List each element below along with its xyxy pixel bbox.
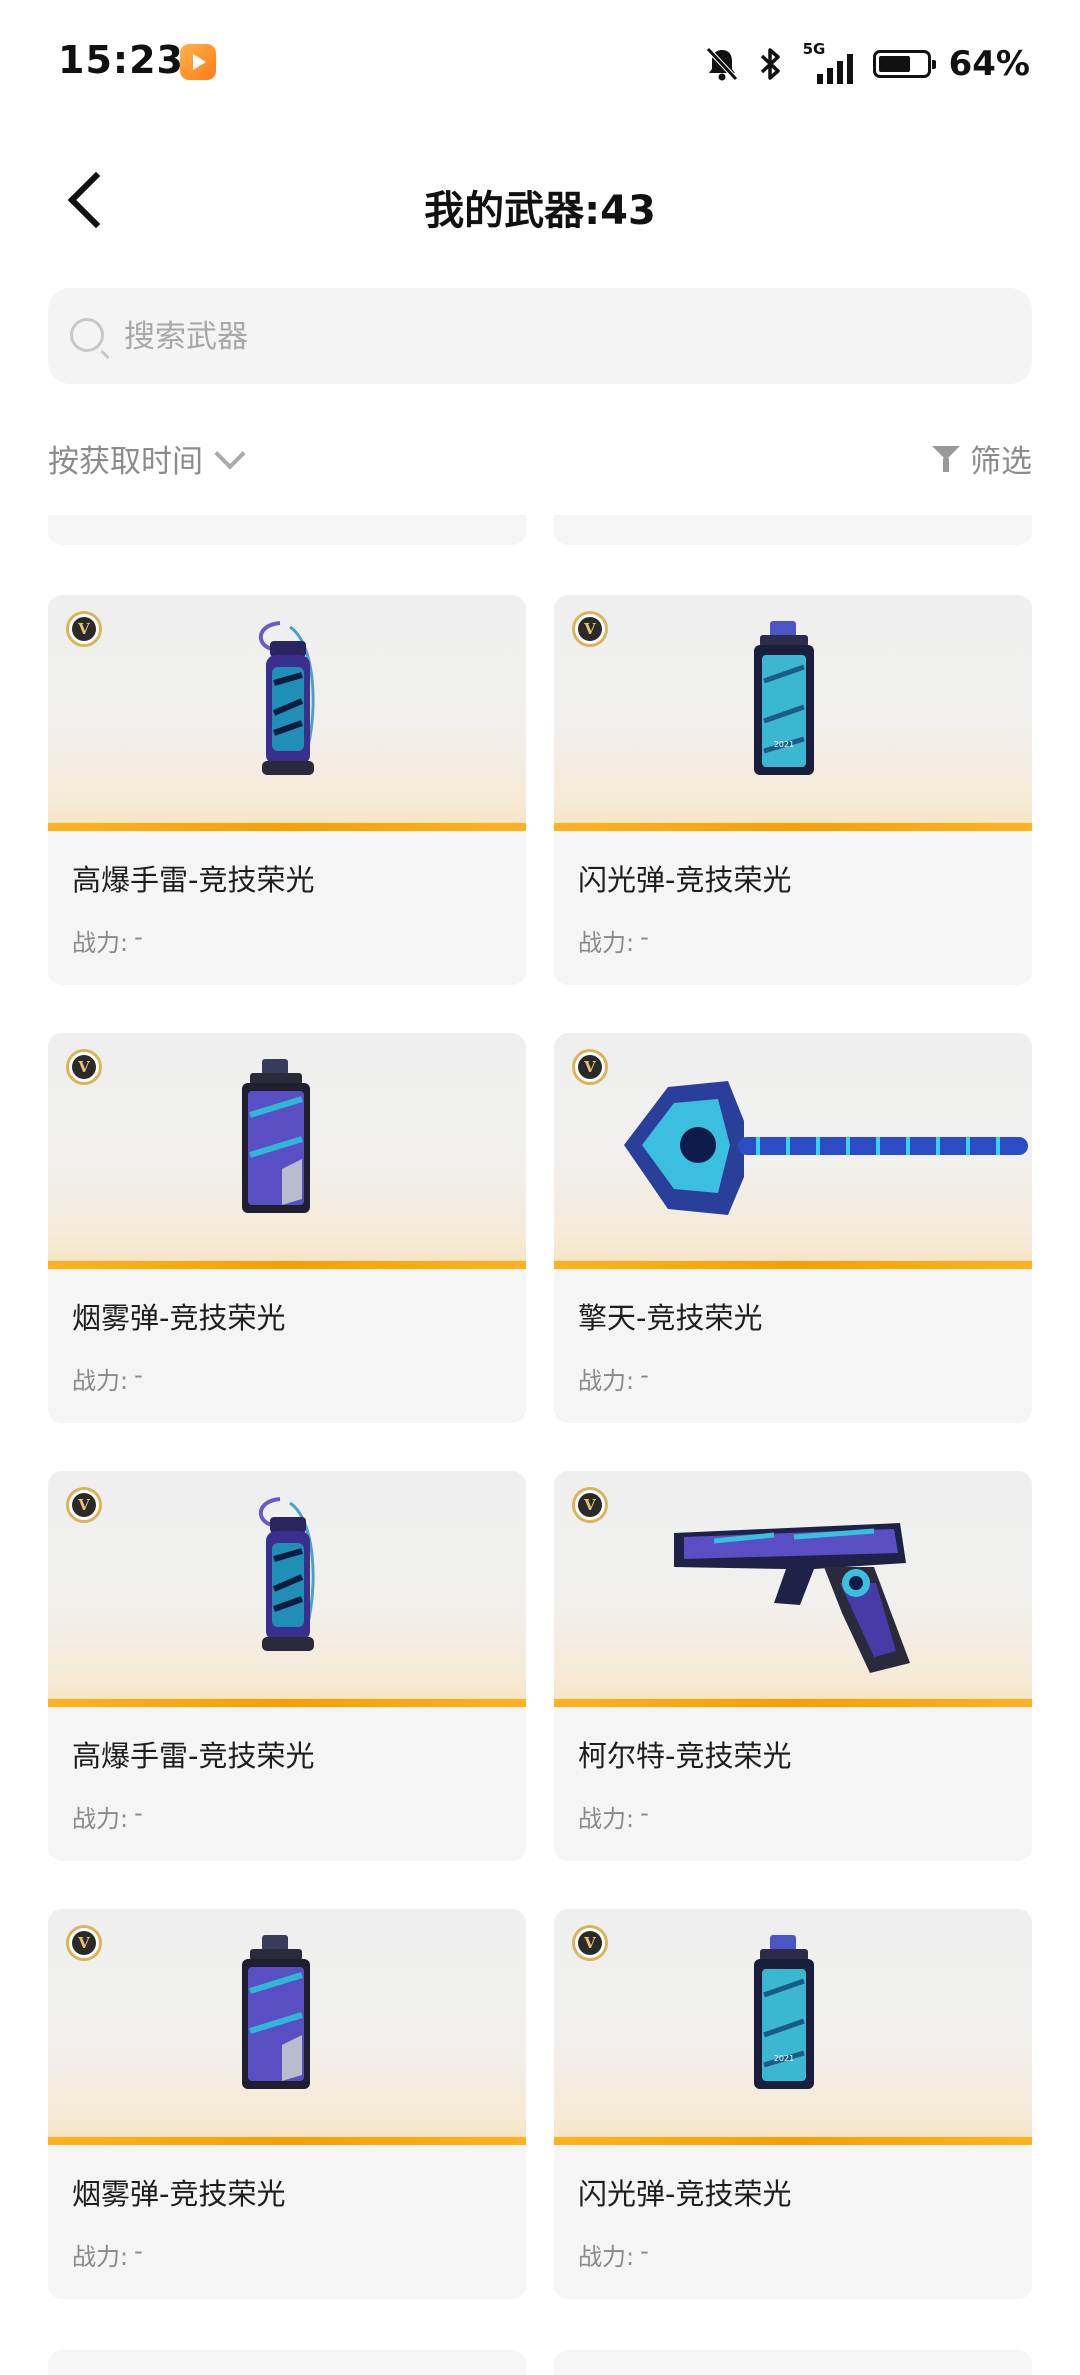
weapon-card[interactable]: V 柯尔特-竞技荣光 战力: - <box>554 1471 1032 1861</box>
weapon-name: 闪光弹-竞技荣光 <box>578 863 792 897</box>
weapon-card[interactable]: V 擎天-竞技荣光 战力: - <box>554 1033 1032 1423</box>
badge-letter: V <box>72 617 96 641</box>
weapon-power: 战力: - <box>72 2237 143 2272</box>
power-label: 战力: <box>578 2243 635 2271</box>
weapon-card[interactable]: V 高爆手雷-竞技荣光 战力: - <box>48 595 526 985</box>
weapon-card[interactable]: 2021 V 闪光弹-竞技荣光 战力: - <box>554 1909 1032 2299</box>
weapon-card-partial[interactable] <box>48 515 526 545</box>
power-label: 战力: <box>578 1367 635 1395</box>
badge-letter: V <box>72 1055 96 1079</box>
weapon-power: 战力: - <box>578 1799 649 1834</box>
weapon-image: V <box>48 1033 526 1269</box>
weapon-image: 2021 V <box>554 595 1032 831</box>
chevron-down-icon <box>214 437 246 470</box>
status-bar: 15:23 5G 64% <box>0 0 1080 130</box>
v-badge-icon: V <box>572 1487 608 1523</box>
weapon-power: 战力: - <box>72 1361 143 1396</box>
weapon-image: V <box>554 1471 1032 1707</box>
weapon-image: V <box>48 1909 526 2145</box>
sort-dropdown[interactable]: 按获取时间 <box>48 436 246 481</box>
badge-letter: V <box>72 1493 96 1517</box>
status-icons: 5G 64% <box>705 40 1030 88</box>
weapon-card[interactable]: V 烟雾弹-竞技荣光 战力: - <box>48 1033 526 1423</box>
power-value: - <box>640 2237 649 2265</box>
v-badge-icon: V <box>572 1049 608 1085</box>
filter-label: 筛选 <box>970 444 1032 480</box>
search-input[interactable] <box>122 288 1006 386</box>
power-value: - <box>134 1799 143 1827</box>
badge-letter: V <box>578 1931 602 1955</box>
filter-icon <box>932 444 962 474</box>
power-label: 战力: <box>72 929 129 957</box>
power-label: 战力: <box>72 2243 129 2271</box>
badge-letter: V <box>578 1055 602 1079</box>
power-label: 战力: <box>72 1367 129 1395</box>
power-value: - <box>640 1361 649 1389</box>
signal-5g-icon: 5G <box>803 40 855 84</box>
power-label: 战力: <box>578 929 635 957</box>
weapon-name: 擎天-竞技荣光 <box>578 1301 763 1335</box>
weapon-image: V <box>554 1033 1032 1269</box>
bell-muted-icon <box>705 47 738 81</box>
page-title: 我的武器:43 <box>424 188 656 234</box>
search-bar[interactable] <box>48 288 1032 386</box>
weapon-card-partial[interactable] <box>48 2350 526 2375</box>
v-badge-icon: V <box>66 611 102 647</box>
power-label: 战力: <box>72 1805 129 1833</box>
weapon-card-partial[interactable] <box>554 515 1032 545</box>
battery-icon <box>872 50 936 78</box>
header: 我的武器:43 <box>0 150 1080 260</box>
power-value: - <box>134 923 143 951</box>
weapon-card[interactable]: V 高爆手雷-竞技荣光 战力: - <box>48 1471 526 1861</box>
weapon-power: 战力: - <box>72 923 143 958</box>
svg-text:2021: 2021 <box>774 740 794 749</box>
power-value: - <box>640 1799 649 1827</box>
battery-percent: 64% <box>948 44 1030 84</box>
svg-text:2021: 2021 <box>774 2054 794 2063</box>
weapon-image: V <box>48 595 526 831</box>
weapon-image: V <box>48 1471 526 1707</box>
weapon-name: 高爆手雷-竞技荣光 <box>72 863 315 897</box>
search-icon <box>70 318 104 352</box>
badge-letter: V <box>72 1931 96 1955</box>
weapon-power: 战力: - <box>578 1361 649 1396</box>
weapon-name: 高爆手雷-竞技荣光 <box>72 1739 315 1773</box>
filter-button[interactable]: 筛选 <box>932 436 1032 481</box>
v-badge-icon: V <box>66 1925 102 1961</box>
weapon-name: 烟雾弹-竞技荣光 <box>72 2177 286 2211</box>
v-badge-icon: V <box>572 1925 608 1961</box>
weapon-card[interactable]: 2021 V 闪光弹-竞技荣光 战力: - <box>554 595 1032 985</box>
badge-letter: V <box>578 617 602 641</box>
app-video-icon <box>180 44 216 80</box>
weapon-power: 战力: - <box>578 923 649 958</box>
weapon-card-partial[interactable] <box>554 2350 1032 2375</box>
status-time: 15:23 <box>58 38 184 82</box>
v-badge-icon: V <box>572 611 608 647</box>
weapon-image: 2021 V <box>554 1909 1032 2145</box>
sort-label: 按获取时间 <box>48 444 203 480</box>
v-badge-icon: V <box>66 1487 102 1523</box>
weapon-card[interactable]: V 烟雾弹-竞技荣光 战力: - <box>48 1909 526 2299</box>
bluetooth-icon <box>760 48 780 80</box>
weapon-power: 战力: - <box>578 2237 649 2272</box>
power-label: 战力: <box>578 1805 635 1833</box>
weapon-name: 烟雾弹-竞技荣光 <box>72 1301 286 1335</box>
weapon-name: 闪光弹-竞技荣光 <box>578 2177 792 2211</box>
weapon-grid: V 高爆手雷-竞技荣光 战力: - 2021 V 闪光弹-竞技荣光 战力: - <box>0 515 1080 2375</box>
power-value: - <box>134 1361 143 1389</box>
power-value: - <box>134 2237 143 2265</box>
badge-letter: V <box>578 1493 602 1517</box>
power-value: - <box>640 923 649 951</box>
v-badge-icon: V <box>66 1049 102 1085</box>
weapon-power: 战力: - <box>72 1799 143 1834</box>
weapon-name: 柯尔特-竞技荣光 <box>578 1739 792 1773</box>
